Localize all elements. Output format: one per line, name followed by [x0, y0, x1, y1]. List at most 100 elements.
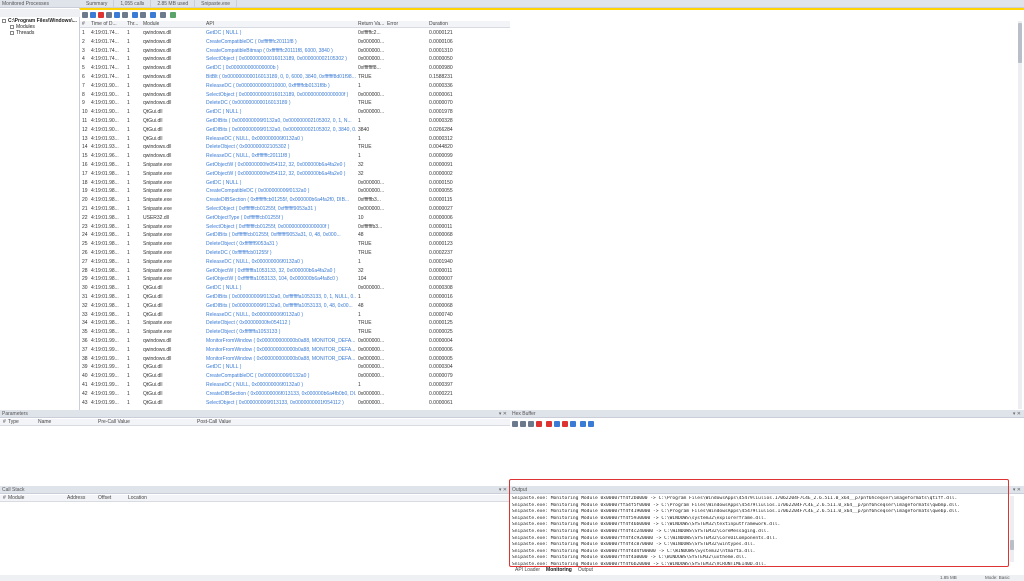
table-row[interactable]: 27 4:19:01.98... 1 Snipaste.exe ReleaseDC ( … — [80, 258, 510, 267]
table-row[interactable]: 1 4:19:01.74... 1 qwindows.dll GetDC ( NULL … — [80, 29, 510, 38]
grid-column-header[interactable]: Duration — [429, 21, 448, 28]
pin-icon[interactable]: ▾ ✕ — [499, 410, 507, 418]
output-scrollbar[interactable] — [1010, 496, 1014, 562]
find-icon[interactable] — [106, 12, 112, 18]
copy-icon[interactable] — [520, 421, 526, 427]
table-row[interactable]: 43 4:19:01.99... 1 QtGui.dll SelectObject ( … — [80, 399, 510, 408]
table-row[interactable]: 13 4:19:01.93... 1 QtGui.dll ReleaseDC ( NUL… — [80, 135, 510, 144]
mark2-icon[interactable] — [554, 421, 560, 427]
table-row[interactable]: 32 4:19:01.98... 1 QtGui.dll GetDIBits ( 0x0… — [80, 302, 510, 311]
cell-thr: 1 — [127, 355, 130, 362]
table-row[interactable]: 14 4:19:01.93... 1 qwindows.dll DeleteObject… — [80, 143, 510, 152]
process-tree-item[interactable]: Threads — [0, 30, 80, 36]
go-icon[interactable] — [170, 12, 176, 18]
cell-api: SelectObject ( 0x000000000016013189, 0x0… — [206, 91, 349, 98]
grid-scrollbar[interactable] — [1018, 21, 1022, 409]
summary-tab[interactable]: Snipaste.exe — [195, 0, 238, 8]
table-row[interactable]: 33 4:19:01.98... 1 QtGui.dll ReleaseDC ( NUL… — [80, 311, 510, 320]
cell-dur: 0.0000125 — [429, 320, 453, 327]
mark3-icon[interactable] — [562, 421, 568, 427]
forward-icon[interactable] — [90, 12, 96, 18]
expand-icon[interactable] — [10, 30, 14, 35]
table-row[interactable]: 7 4:19:01.90... 1 qwindows.dll ReleaseDC ( 0… — [80, 82, 510, 91]
table-row[interactable]: 37 4:19:01.99... 1 qwindows.dll MonitorFromW… — [80, 346, 510, 355]
summary-tab[interactable]: 2.85 MB used — [151, 0, 196, 8]
table-row[interactable]: 41 4:19:01.99... 1 QtGui.dll ReleaseDC ( NUL… — [80, 381, 510, 390]
table-row[interactable]: 10 4:19:01.90... 1 QtGui.dll GetDC ( NULL ) 0… — [80, 108, 510, 117]
table-row[interactable]: 6 4:19:01.74... 1 qwindows.dll BitBlt ( 0x00… — [80, 73, 510, 82]
grid-column-header[interactable]: API — [206, 21, 214, 28]
table-row[interactable]: 34 4:19:01.98... 1 Snipaste.exe DeleteObject… — [80, 319, 510, 328]
tab-output[interactable]: Output — [575, 567, 596, 574]
cell-n: 23 — [82, 223, 88, 230]
pin-icon[interactable]: ▾ ✕ — [499, 486, 507, 494]
table-row[interactable]: 23 4:19:01.98... 1 Snipaste.exe SelectObject… — [80, 223, 510, 232]
grid-column-header[interactable]: Error — [387, 21, 398, 28]
table-row[interactable]: 20 4:19:01.98... 1 Snipaste.exe CreateDIBSec… — [80, 196, 510, 205]
columns-icon[interactable] — [114, 12, 120, 18]
table-row[interactable]: 17 4:19:01.98... 1 Snipaste.exe GetObjectW (… — [80, 170, 510, 179]
tab-api-loader[interactable]: API Loader — [512, 567, 543, 574]
nav2-icon[interactable] — [588, 421, 594, 427]
table-row[interactable]: 40 4:19:01.99... 1 QtGui.dll CreateCompatibl… — [80, 372, 510, 381]
table-row[interactable]: 38 4:19:01.99... 1 qwindows.dll MonitorFromW… — [80, 355, 510, 364]
cell-n: 16 — [82, 162, 88, 168]
table-row[interactable]: 4 4:19:01.74... 1 qwindows.dll SelectObject … — [80, 55, 510, 64]
table-row[interactable]: 2 4:19:01.74... 1 qwindows.dll CreateCompati… — [80, 38, 510, 47]
summary-tab[interactable]: 1,055 calls — [114, 0, 152, 8]
export-icon[interactable] — [140, 12, 146, 18]
table-row[interactable]: 8 4:19:01.90... 1 qwindows.dll SelectObject … — [80, 91, 510, 100]
table-row[interactable]: 19 4:19:01.98... 1 Snipaste.exe CreateCompat… — [80, 187, 510, 196]
pin-icon[interactable]: ▾ ✕ — [1013, 486, 1021, 494]
back-icon[interactable] — [82, 12, 88, 18]
table-row[interactable]: 25 4:19:01.98... 1 Snipaste.exe DeleteObject… — [80, 240, 510, 249]
nav-icon[interactable] — [580, 421, 586, 427]
cell-ret: 1 — [358, 294, 361, 300]
options-icon[interactable] — [150, 12, 156, 18]
grid-column-header[interactable]: Module — [143, 21, 159, 28]
cell-ret: 0xfffffffb3... — [358, 223, 383, 230]
table-row[interactable]: 30 4:19:01.98... 1 QtGui.dll GetDC ( NULL ) 0… — [80, 284, 510, 293]
table-row[interactable]: 15 4:19:01.96... 1 qwindows.dll ReleaseDC ( … — [80, 152, 510, 161]
refresh-icon[interactable] — [160, 12, 166, 18]
table-row[interactable]: 26 4:19:01.98... 1 Snipaste.exe DeleteDC ( 0… — [80, 249, 510, 258]
pin-icon[interactable]: ▾ ✕ — [1013, 410, 1021, 418]
table-row[interactable]: 3 4:19:01.74... 1 qwindows.dll CreateCompati… — [80, 47, 510, 56]
table-row[interactable]: 11 4:19:01.90... 1 QtGui.dll GetDIBits ( 0x0… — [80, 117, 510, 126]
cell-ret: 1 — [358, 82, 361, 89]
table-row[interactable]: 35 4:19:01.98... 1 Snipaste.exe DeleteObject… — [80, 328, 510, 337]
summary-tab[interactable]: Summary — [80, 0, 115, 8]
page-icon[interactable] — [528, 421, 534, 427]
table-row[interactable]: 42 4:19:01.99... 1 QtGui.dll CreateDIBSectio… — [80, 390, 510, 399]
filter-icon[interactable] — [98, 12, 104, 18]
clear-icon[interactable] — [122, 12, 128, 18]
grid-column-header[interactable]: Time of D... — [91, 21, 117, 28]
cell-ret: 0x000000... — [358, 390, 385, 397]
grid-column-header[interactable]: Return Va... — [358, 21, 384, 28]
table-row[interactable]: 18 4:19:01.98... 1 Snipaste.exe GetDC ( NULL… — [80, 179, 510, 188]
col-address: Address — [67, 495, 86, 501]
table-row[interactable]: 5 4:19:01.74... 1 qwindows.dll GetDC ( 0x000… — [80, 64, 510, 73]
table-row[interactable]: 28 4:19:01.98... 1 Snipaste.exe GetObjectW (… — [80, 267, 510, 276]
table-row[interactable]: 9 4:19:01.90... 1 qwindows.dll DeleteDC ( 0x… — [80, 99, 510, 108]
table-row[interactable]: 39 4:19:01.99... 1 QtGui.dll GetDC ( NULL ) 0… — [80, 363, 510, 372]
grid-column-header[interactable]: # — [82, 21, 85, 28]
save-icon[interactable] — [512, 421, 518, 427]
mark-icon[interactable] — [546, 421, 552, 427]
table-row[interactable]: 16 4:19:01.98... 1 Snipaste.exe GetObjectW (… — [80, 161, 510, 170]
highlight-icon[interactable] — [132, 12, 138, 18]
table-row[interactable]: 29 4:19:01.98... 1 Snipaste.exe GetObjectW (… — [80, 275, 510, 284]
tab-monitoring[interactable]: Monitoring — [543, 567, 575, 574]
grid-column-header[interactable]: Thr... — [127, 21, 138, 28]
expand-icon[interactable] — [2, 18, 6, 23]
table-row[interactable]: 21 4:19:01.98... 1 Snipaste.exe SelectObject… — [80, 205, 510, 214]
expand-icon[interactable] — [10, 24, 14, 29]
table-row[interactable]: 22 4:19:01.98... 1 USER32.dll GetObjectType … — [80, 214, 510, 223]
cell-dur: 0.0002237 — [429, 250, 453, 256]
table-row[interactable]: 31 4:19:01.98... 1 QtGui.dll GetDIBits ( 0x0… — [80, 293, 510, 302]
mark4-icon[interactable] — [570, 421, 576, 427]
table-row[interactable]: 36 4:19:01.99... 1 qwindows.dll MonitorFromW… — [80, 337, 510, 346]
find-icon[interactable] — [536, 421, 542, 427]
table-row[interactable]: 24 4:19:01.98... 1 Snipaste.exe GetDIBits ( … — [80, 231, 510, 240]
table-row[interactable]: 12 4:19:01.90... 1 QtGui.dll GetDIBits ( 0x0… — [80, 126, 510, 135]
